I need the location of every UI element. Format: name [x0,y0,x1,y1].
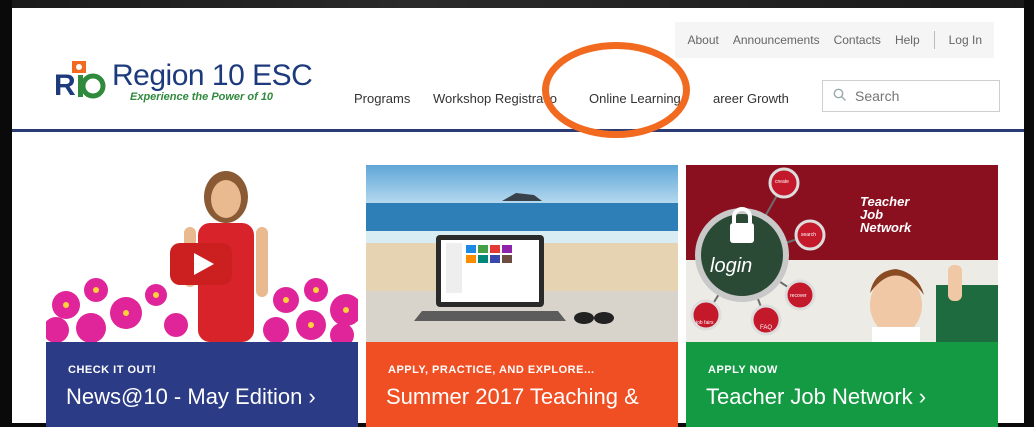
nav-item-workshop-registration[interactable]: Workshop Registratio [433,91,557,106]
utility-link-help[interactable]: Help [895,33,920,47]
site-logo[interactable]: R Region 10 ESC Experience the Power of … [54,59,313,104]
svg-text:R: R [54,69,76,102]
teacher-job-card-image: Teacher Job Network login create search … [686,165,998,342]
search-icon [833,88,847,105]
summer-card-kicker: APPLY, PRACTICE, AND EXPLORE... [388,364,595,376]
right-border [1024,0,1034,427]
utility-link-announcements[interactable]: Announcements [733,33,820,47]
logo-tagline: Experience the Power of 10 [130,91,274,103]
news-card[interactable]: CHECK IT OUT! News@10 - May Edition › [46,165,358,427]
nav-item-career-growth[interactable]: areer Growth [713,91,789,106]
teacher-job-card[interactable]: Teacher Job Network login create search … [686,165,998,427]
summer-card-headline[interactable]: Summer 2017 Teaching & [386,384,639,410]
browser-frame: About Announcements Contacts Help Log In… [0,0,1034,427]
teacher-job-card-band: APPLY NOW Teacher Job Network › [686,342,998,427]
utility-separator [933,31,935,49]
highlight-circle-annotation [542,42,690,138]
login-label: login [710,255,753,277]
summer-card-image [366,165,678,342]
bubble-search: search [801,232,817,238]
region10-logo-icon: R [54,61,106,103]
teacher-job-card-kicker: APPLY NOW [708,364,778,376]
left-border [0,0,12,427]
utility-link-about[interactable]: About [687,33,718,47]
summer-card-band: APPLY, PRACTICE, AND EXPLORE... Summer 2… [366,342,678,427]
top-bar [0,0,1034,8]
utility-link-contacts[interactable]: Contacts [834,33,881,47]
nav-divider [12,129,1024,132]
login-link[interactable]: Log In [949,33,982,47]
bubble-create: create [775,179,789,185]
logo-title: Region 10 ESC [112,59,313,92]
teacher-job-network-image-title: Teacher Job Network [860,194,912,235]
search-input[interactable] [853,87,977,105]
bubble-faq: FAQ [760,325,773,331]
news-card-band: CHECK IT OUT! News@10 - May Edition › [46,342,358,427]
utility-nav: About Announcements Contacts Help Log In [675,22,994,58]
bubble-recover: recover [790,293,807,299]
bubble-job-fairs: job fairs [696,320,714,326]
site-header: About Announcements Contacts Help Log In… [12,8,1024,132]
nav-item-programs[interactable]: Programs [354,91,410,106]
teacher-job-card-headline[interactable]: Teacher Job Network › [706,384,926,410]
news-card-headline[interactable]: News@10 - May Edition › [66,384,316,410]
news-card-image [46,165,358,342]
summer-card[interactable]: APPLY, PRACTICE, AND EXPLORE... Summer 2… [366,165,678,427]
search-box[interactable] [822,80,1000,112]
news-card-kicker: CHECK IT OUT! [68,364,157,376]
